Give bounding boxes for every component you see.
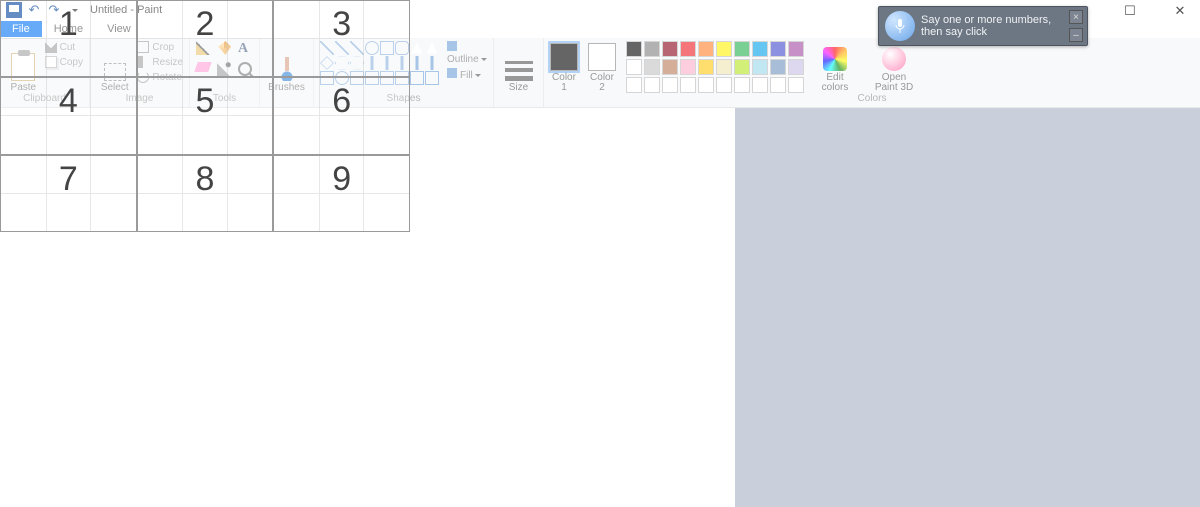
palette-swatch[interactable] bbox=[770, 77, 786, 93]
color-1-button[interactable]: Color 1 bbox=[550, 41, 578, 93]
cut-icon bbox=[45, 41, 57, 53]
palette-swatch[interactable] bbox=[788, 77, 804, 93]
palette-swatch[interactable] bbox=[788, 59, 804, 75]
qat-undo-icon[interactable]: ↶ bbox=[26, 2, 42, 18]
group-size: Size bbox=[494, 38, 544, 107]
size-button[interactable]: Size bbox=[500, 41, 537, 93]
qat-customize-dropdown[interactable] bbox=[66, 2, 82, 18]
group-label-image: Image bbox=[96, 93, 183, 107]
group-colors: Color 1 Color 2 Edit colors Open Paint 3… bbox=[544, 38, 1200, 107]
text-tool[interactable]: A bbox=[238, 41, 256, 57]
palette-swatch[interactable] bbox=[680, 77, 696, 93]
paint-3d-icon bbox=[882, 47, 906, 71]
tab-view[interactable]: View bbox=[95, 21, 143, 37]
color-2-swatch bbox=[588, 43, 616, 71]
palette-swatch[interactable] bbox=[662, 59, 678, 75]
palette-swatch[interactable] bbox=[698, 59, 714, 75]
palette-swatch[interactable] bbox=[770, 41, 786, 57]
speech-prompt-bar[interactable]: Say one or more numbers, then say click … bbox=[878, 6, 1088, 46]
palette-swatch[interactable] bbox=[626, 77, 642, 93]
palette-swatch[interactable] bbox=[626, 41, 642, 57]
palette-swatch[interactable] bbox=[752, 41, 768, 57]
palette-swatch[interactable] bbox=[734, 77, 750, 93]
shape-outline-dropdown[interactable]: Outline bbox=[447, 41, 487, 65]
group-brushes: Brushes bbox=[260, 38, 314, 107]
paste-button[interactable]: Paste bbox=[6, 41, 41, 93]
palette-swatch[interactable] bbox=[788, 41, 804, 57]
group-clipboard: Paste Cut Copy Clipboard bbox=[0, 38, 90, 107]
ribbon: Paste Cut Copy Clipboard Select Crop Res… bbox=[0, 38, 1200, 108]
microphone-icon[interactable] bbox=[885, 11, 915, 41]
edit-colors-icon bbox=[823, 47, 847, 71]
open-paint-3d-button[interactable]: Open Paint 3D bbox=[866, 41, 922, 93]
qat-save-icon[interactable] bbox=[6, 2, 22, 18]
palette-swatch[interactable] bbox=[680, 59, 696, 75]
palette-swatch[interactable] bbox=[752, 59, 768, 75]
group-tools: A Tools bbox=[190, 38, 260, 107]
palette-swatch[interactable] bbox=[644, 59, 660, 75]
select-button[interactable]: Select bbox=[96, 41, 133, 93]
tab-home[interactable]: Home bbox=[42, 21, 95, 37]
group-shapes: Outline Fill Shapes bbox=[314, 38, 494, 107]
palette-swatch[interactable] bbox=[716, 41, 732, 57]
copy-icon bbox=[45, 56, 57, 68]
resize-button[interactable]: Resize bbox=[137, 56, 183, 68]
palette-swatch[interactable] bbox=[644, 41, 660, 57]
paint-canvas[interactable] bbox=[0, 108, 735, 507]
palette-swatch[interactable] bbox=[698, 41, 714, 57]
cut-button[interactable]: Cut bbox=[45, 41, 83, 53]
palette-swatch[interactable] bbox=[626, 59, 642, 75]
palette-swatch[interactable] bbox=[716, 77, 732, 93]
color-picker-tool[interactable] bbox=[217, 62, 231, 76]
palette-swatch[interactable] bbox=[680, 41, 696, 57]
crop-icon bbox=[137, 41, 149, 53]
copy-button[interactable]: Copy bbox=[45, 56, 83, 68]
speech-minimize-button[interactable]: – bbox=[1069, 28, 1083, 42]
color-1-swatch bbox=[550, 43, 578, 71]
rotate-icon bbox=[137, 71, 149, 83]
pencil-tool[interactable] bbox=[196, 41, 210, 55]
canvas-container bbox=[0, 108, 1200, 507]
palette-swatch[interactable] bbox=[644, 77, 660, 93]
speech-prompt-text: Say one or more numbers, then say click bbox=[921, 14, 1069, 38]
select-icon bbox=[104, 63, 126, 81]
group-label-clipboard: Clipboard bbox=[6, 93, 83, 107]
brush-icon bbox=[277, 57, 297, 81]
palette-swatch[interactable] bbox=[770, 59, 786, 75]
palette-swatch[interactable] bbox=[734, 41, 750, 57]
qat-redo-icon[interactable]: ↷ bbox=[46, 2, 62, 18]
palette-swatch[interactable] bbox=[662, 41, 678, 57]
rotate-button[interactable]: Rotate bbox=[137, 71, 183, 83]
tab-file[interactable]: File bbox=[0, 21, 42, 37]
edit-colors-button[interactable]: Edit colors bbox=[810, 41, 860, 93]
group-label-brushes bbox=[266, 93, 307, 107]
group-label-shapes: Shapes bbox=[320, 93, 487, 107]
palette-swatch[interactable] bbox=[716, 59, 732, 75]
eraser-tool[interactable] bbox=[194, 62, 212, 72]
palette-swatch[interactable] bbox=[662, 77, 678, 93]
resize-icon bbox=[137, 56, 149, 68]
window-title: Untitled - Paint bbox=[90, 4, 162, 16]
speech-close-button[interactable]: × bbox=[1069, 10, 1083, 24]
group-image: Select Crop Resize Rotate Image bbox=[90, 38, 190, 107]
group-label-tools: Tools bbox=[196, 93, 253, 107]
paste-icon bbox=[11, 53, 35, 81]
brushes-button[interactable]: Brushes bbox=[266, 41, 307, 93]
shapes-gallery[interactable] bbox=[320, 41, 439, 85]
magnifier-tool[interactable] bbox=[238, 62, 252, 76]
color-palette[interactable] bbox=[626, 41, 804, 93]
fill-tool[interactable] bbox=[217, 41, 231, 55]
palette-swatch[interactable] bbox=[698, 77, 714, 93]
crop-button[interactable]: Crop bbox=[137, 41, 183, 53]
group-label-colors: Colors bbox=[550, 93, 1194, 107]
canvas-scroll-region[interactable] bbox=[735, 108, 1200, 507]
color-2-button[interactable]: Color 2 bbox=[588, 41, 616, 93]
palette-swatch[interactable] bbox=[734, 59, 750, 75]
palette-swatch[interactable] bbox=[752, 77, 768, 93]
group-label-size bbox=[500, 93, 537, 107]
shape-fill-dropdown[interactable]: Fill bbox=[447, 68, 487, 81]
